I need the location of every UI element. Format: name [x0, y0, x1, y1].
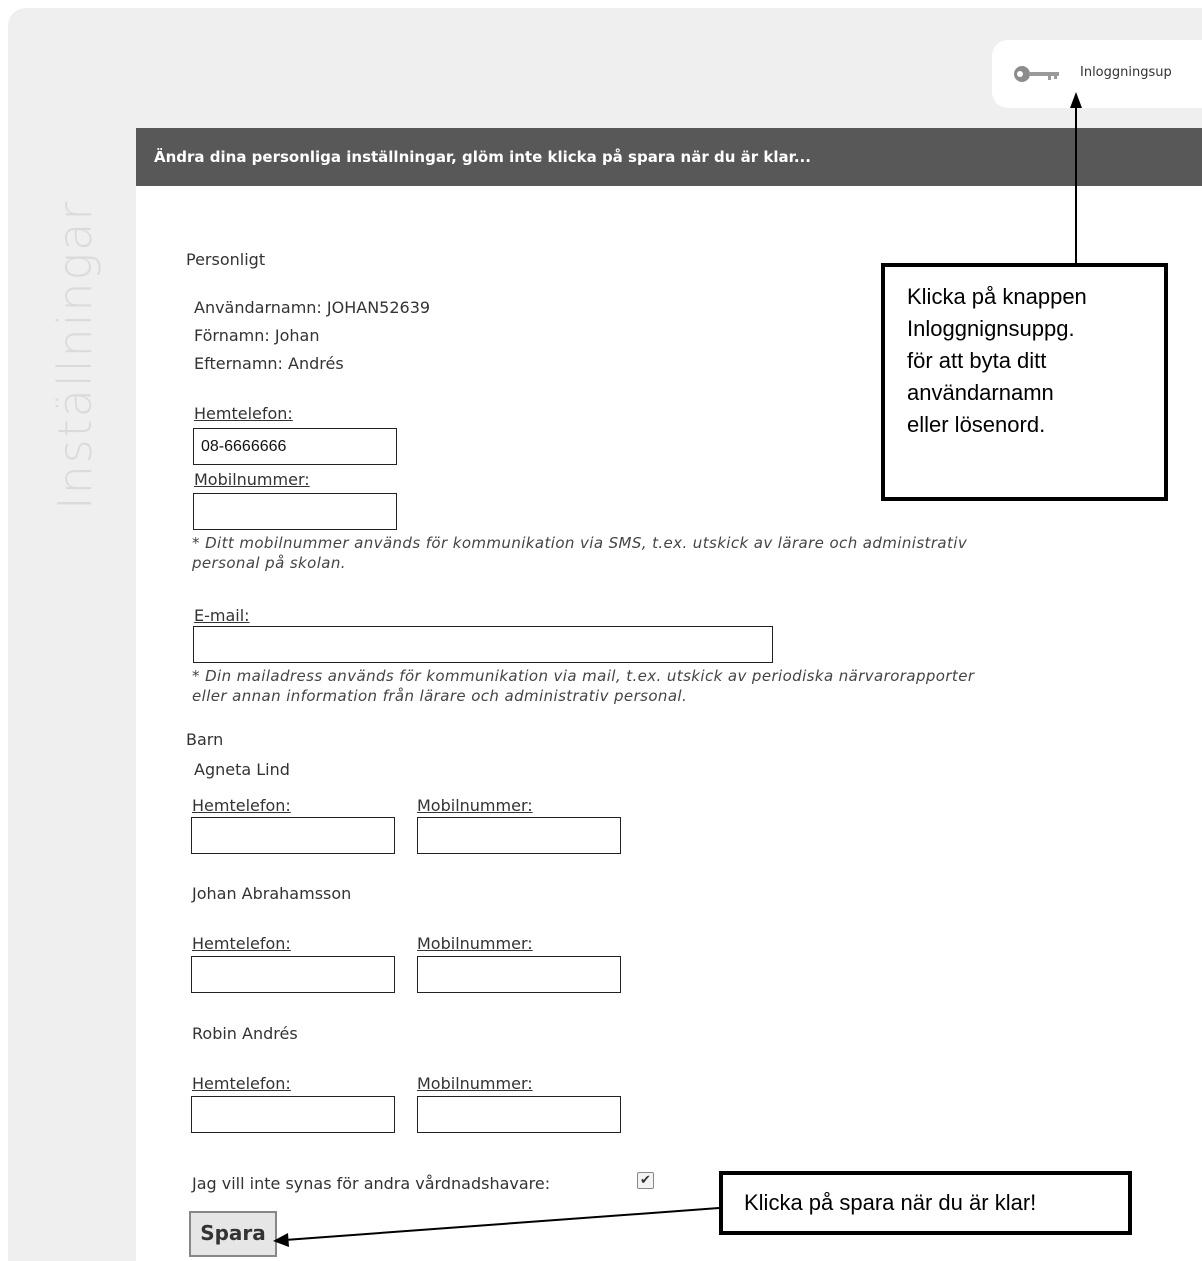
child-mobile-label: Mobilnummer:	[417, 796, 533, 815]
child-mobile-label: Mobilnummer:	[417, 1074, 533, 1093]
email-note: * Din mailadress används för kommunikati…	[192, 666, 974, 706]
page-header: Ändra dina personliga inställningar, glö…	[136, 128, 1202, 186]
callout-line: användarnamn	[907, 380, 1054, 405]
email-label: E-mail:	[194, 606, 250, 625]
login-details-tab[interactable]: Inloggningsup	[992, 40, 1202, 108]
callout-line: eller lösenord.	[907, 412, 1046, 437]
email-note-line-1: * Din mailadress används för kommunikati…	[192, 667, 975, 685]
mobile-note: * Ditt mobilnummer används för kommunika…	[192, 533, 967, 573]
child-home-phone-input[interactable]	[191, 1096, 395, 1133]
callout-line: Inloggnignsuppg.	[907, 316, 1075, 341]
save-button[interactable]: Spara	[189, 1211, 277, 1257]
login-details-label: Inloggningsup	[1080, 65, 1172, 80]
mobile-note-line-2: personal på skolan.	[192, 554, 346, 572]
child-name: Agneta Lind	[194, 760, 290, 779]
child-mobile-input[interactable]	[417, 1096, 621, 1133]
child-mobile-input[interactable]	[417, 956, 621, 993]
key-icon	[1012, 64, 1064, 88]
child-name: Robin Andrés	[192, 1024, 298, 1043]
home-phone-input[interactable]	[193, 428, 397, 465]
username-text: Användarnamn: JOHAN52639	[194, 298, 431, 317]
child-home-phone-input[interactable]	[191, 956, 395, 993]
callout-login-details: Klicka på knappen Inloggnignsuppg. för a…	[881, 263, 1168, 501]
callout-line: Klicka på knappen	[907, 284, 1087, 309]
firstname-text: Förnamn: Johan	[194, 326, 320, 345]
callout-line: för att byta ditt	[907, 348, 1047, 373]
lastname-text: Efternamn: Andrés	[194, 354, 344, 373]
child-home-phone-label: Hemtelefon:	[192, 796, 291, 815]
section-title-personal: Personligt	[186, 250, 266, 269]
child-home-phone-label: Hemtelefon:	[192, 934, 291, 953]
home-phone-label: Hemtelefon:	[194, 404, 293, 423]
mobile-label: Mobilnummer:	[194, 470, 310, 489]
callout-save: Klicka på spara när du är klar!	[719, 1171, 1132, 1235]
mobile-note-line-1: * Ditt mobilnummer används för kommunika…	[192, 534, 968, 552]
sidebar-title: Inställningar	[48, 199, 102, 510]
mobile-input[interactable]	[193, 493, 397, 530]
privacy-checkbox[interactable]: ✔	[637, 1172, 654, 1189]
email-input[interactable]	[193, 626, 773, 663]
child-home-phone-input[interactable]	[191, 817, 395, 854]
child-mobile-label: Mobilnummer:	[417, 934, 533, 953]
email-note-line-2: eller annan information från lärare och …	[192, 687, 688, 705]
child-name: Johan Abrahamsson	[192, 884, 352, 903]
privacy-label: Jag vill inte synas för andra vårdnadsha…	[192, 1174, 551, 1193]
section-title-children: Barn	[186, 730, 224, 749]
child-mobile-input[interactable]	[417, 817, 621, 854]
child-home-phone-label: Hemtelefon:	[192, 1074, 291, 1093]
